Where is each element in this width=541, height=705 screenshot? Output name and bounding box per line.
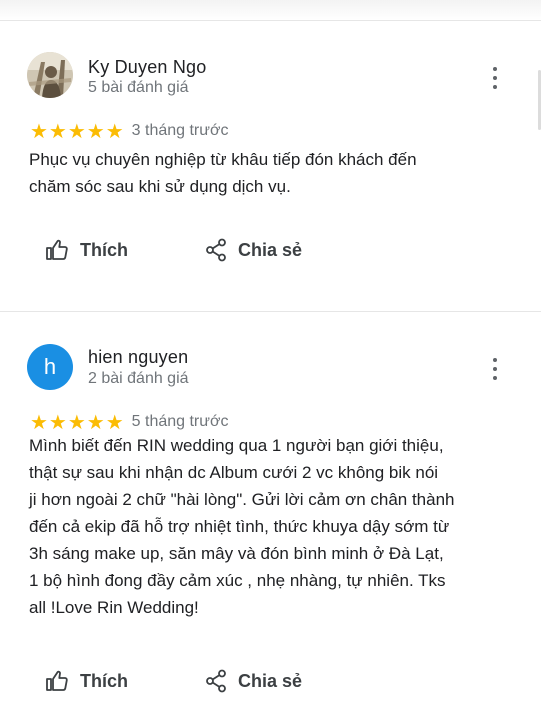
star-rating: ★★★★★ bbox=[30, 119, 125, 143]
thumb-up-icon bbox=[46, 670, 68, 691]
review-actions: Thích Chia sẻ bbox=[45, 238, 302, 262]
star-rating: ★★★★★ bbox=[30, 410, 125, 434]
review-card: h hien nguyen 2 bài đánh giá ★★★★★ 5 thá… bbox=[0, 311, 541, 705]
reviews-page: Ky Duyen Ngo 5 bài đánh giá ★★★★★ 3 thán… bbox=[0, 0, 541, 705]
reviewer-name[interactable]: Ky Duyen Ngo bbox=[88, 57, 206, 78]
share-button[interactable]: Chia sẻ bbox=[205, 238, 302, 262]
review-time: 5 tháng trước bbox=[131, 413, 229, 430]
review-time: 3 tháng trước bbox=[131, 122, 229, 139]
review-count: 2 bài đánh giá bbox=[88, 370, 189, 387]
like-label: Thích bbox=[80, 239, 128, 260]
share-button[interactable]: Chia sẻ bbox=[205, 669, 302, 693]
avatar-photo bbox=[27, 52, 73, 98]
reviewer-name[interactable]: hien nguyen bbox=[88, 347, 188, 368]
more-vert-icon[interactable] bbox=[491, 358, 499, 380]
more-vert-icon[interactable] bbox=[491, 67, 499, 89]
review-actions: Thích Chia sẻ bbox=[45, 669, 302, 693]
reviewer-avatar[interactable] bbox=[27, 52, 73, 98]
review-text: Mình biết đến RIN wedding qua 1 người bạ… bbox=[29, 436, 455, 617]
like-button[interactable]: Thích bbox=[45, 238, 128, 262]
reviewer-avatar[interactable]: h bbox=[27, 344, 73, 390]
rating-row: ★★★★★ 5 tháng trước bbox=[30, 411, 228, 433]
review-card: Ky Duyen Ngo 5 bài đánh giá ★★★★★ 3 thán… bbox=[0, 22, 541, 310]
rating-row: ★★★★★ 3 tháng trước bbox=[30, 120, 228, 142]
share-label: Chia sẻ bbox=[238, 670, 303, 691]
share-icon bbox=[206, 669, 226, 693]
avatar-letter: h bbox=[43, 354, 57, 379]
share-icon bbox=[206, 238, 226, 262]
review-text: Phục vụ chuyên nghiệp từ khâu tiếp đón k… bbox=[29, 150, 417, 196]
top-divider bbox=[0, 0, 541, 21]
review-count: 5 bài đánh giá bbox=[88, 79, 189, 96]
thumb-up-icon bbox=[46, 239, 68, 260]
like-label: Thích bbox=[80, 670, 128, 691]
like-button[interactable]: Thích bbox=[45, 669, 128, 693]
share-label: Chia sẻ bbox=[238, 239, 303, 260]
